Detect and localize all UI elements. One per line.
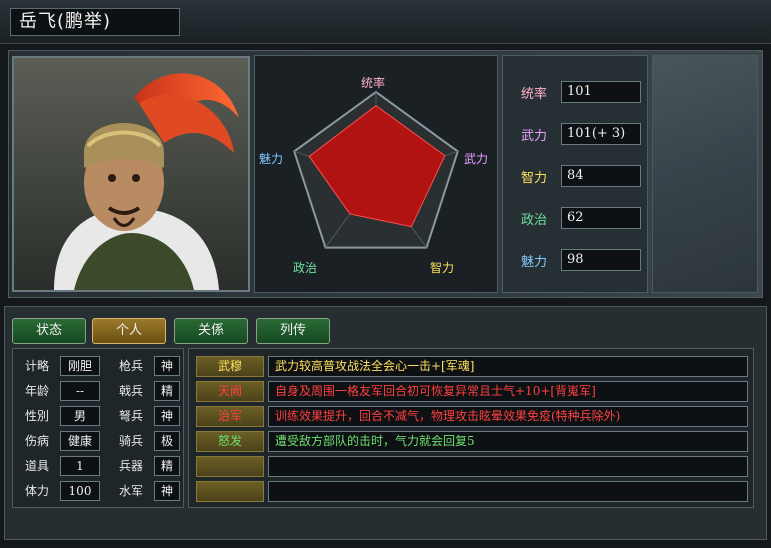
attr-value: 健康 xyxy=(60,431,100,451)
portrait-image xyxy=(14,58,248,290)
attr-label: 计略 xyxy=(24,359,49,373)
attr-label: 伤病 xyxy=(24,434,49,448)
attr-label: 性別 xyxy=(24,409,49,423)
stat-row-war: 武力 101(+ 3) xyxy=(513,123,643,145)
skill-name[interactable]: 治军 xyxy=(196,406,264,427)
attr-value: -- xyxy=(60,381,100,401)
radar-label-intelligence: 智力 xyxy=(430,261,455,275)
attr-value: 1 xyxy=(60,456,100,476)
radar-label-politics: 政治 xyxy=(293,261,318,275)
skill-name-empty[interactable] xyxy=(196,456,264,477)
stat-row-intelligence: 智力 84 xyxy=(513,165,643,187)
stat-label: 武力 xyxy=(521,129,548,144)
attr-value: 男 xyxy=(60,406,100,426)
stat-value: 84 xyxy=(561,165,641,187)
stat-row-leadership: 统率 101 xyxy=(513,81,643,103)
skill-desc-empty xyxy=(268,481,748,502)
stat-label: 政治 xyxy=(521,213,548,228)
tab-relations[interactable]: 关係 xyxy=(174,318,248,344)
decorative-panel xyxy=(652,55,758,293)
skill-desc: 训练效果提升，回合不减气，物理攻击眩晕效果免疫(特种兵除外) xyxy=(268,406,748,427)
troop-label: 弩兵 xyxy=(118,409,143,423)
stat-label: 智力 xyxy=(521,171,548,186)
radar-label-war: 武力 xyxy=(464,152,489,166)
stat-value: 98 xyxy=(561,249,641,271)
troop-label: 枪兵 xyxy=(118,359,143,373)
tab-status[interactable]: 状态 xyxy=(12,318,86,344)
radar-label-charm: 魅力 xyxy=(259,152,284,166)
troop-value: 精 xyxy=(154,456,180,476)
troop-label: 戟兵 xyxy=(118,384,143,398)
stat-row-charm: 魅力 98 xyxy=(513,249,643,271)
skill-name-empty[interactable] xyxy=(196,481,264,502)
troop-value: 神 xyxy=(154,481,180,501)
general-portrait xyxy=(12,56,250,292)
stat-label: 统率 xyxy=(521,87,548,102)
stats-panel: 统率 101 武力 101(+ 3) 智力 84 政治 62 魅力 98 xyxy=(502,55,648,293)
radar-chart: 统率 武力 智力 政治 魅力 xyxy=(254,55,498,293)
radar-label-leadership: 统率 xyxy=(361,76,386,90)
attr-label: 体力 xyxy=(24,484,49,498)
skill-name[interactable]: 怒发 xyxy=(196,431,264,452)
stat-label: 魅力 xyxy=(521,255,548,270)
tab-biography[interactable]: 列传 xyxy=(256,318,330,344)
attr-label: 道具 xyxy=(24,459,49,473)
tab-personal[interactable]: 个人 xyxy=(92,318,166,344)
troop-value: 极 xyxy=(154,431,180,451)
skill-desc: 自身及周围一格友军回合初可恢复异常且士气+10+[背嵬军] xyxy=(268,381,748,402)
attr-label: 年龄 xyxy=(24,384,49,398)
general-name: 岳飞(鹏举) xyxy=(10,8,180,36)
skill-desc: 武力较高普攻战法全会心一击+[军魂] xyxy=(268,356,748,377)
troop-label: 骑兵 xyxy=(118,434,143,448)
stat-value: 101(+ 3) xyxy=(561,123,641,145)
stat-value: 62 xyxy=(561,207,641,229)
skill-name[interactable]: 武穆 xyxy=(196,356,264,377)
stat-row-politics: 政治 62 xyxy=(513,207,643,229)
troop-value: 精 xyxy=(154,381,180,401)
troop-value: 神 xyxy=(154,406,180,426)
attr-value: 刚胆 xyxy=(60,356,100,376)
skill-desc: 遭受敌方部队的击时，气力就会回复5 xyxy=(268,431,748,452)
troop-value: 神 xyxy=(154,356,180,376)
skill-desc-empty xyxy=(268,456,748,477)
troop-label: 兵器 xyxy=(118,459,143,473)
troop-label: 水军 xyxy=(118,484,143,498)
attr-value: 100 xyxy=(60,481,100,501)
skill-name[interactable]: 天阙 xyxy=(196,381,264,402)
radar-svg xyxy=(293,90,459,249)
stat-value: 101 xyxy=(561,81,641,103)
